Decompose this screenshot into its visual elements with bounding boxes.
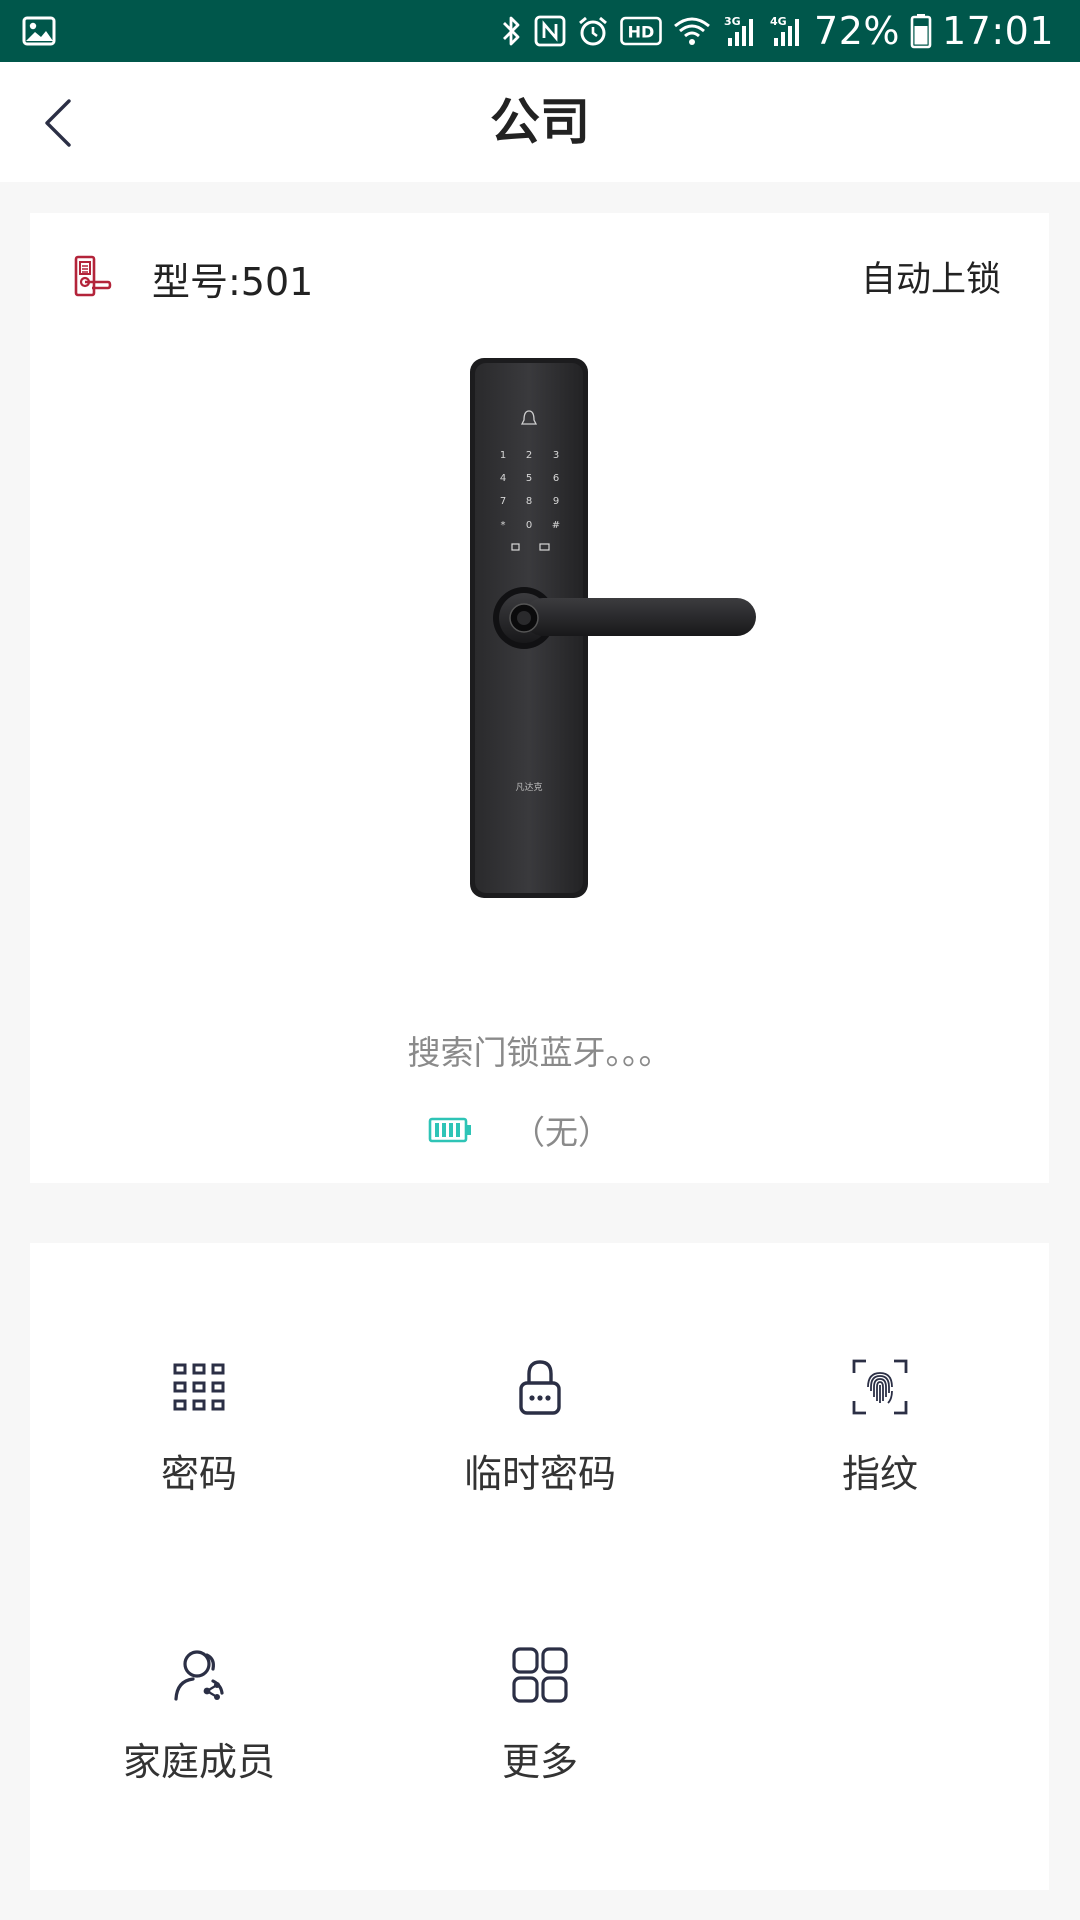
door-lock-model-icon — [74, 255, 112, 297]
svg-text:7: 7 — [500, 496, 506, 507]
auto-lock-button[interactable]: 自动上锁 — [861, 251, 1001, 302]
password-label: 密码 — [160, 1452, 237, 1496]
svg-text:9: 9 — [553, 496, 559, 507]
battery-percent: 72% — [814, 9, 900, 53]
family-members-button[interactable]: 家庭成员 — [69, 1645, 329, 1786]
signal-4g-icon: 4G — [770, 15, 800, 46]
temporary-password-button[interactable]: 临时密码 — [410, 1357, 670, 1498]
alarm-icon — [579, 16, 607, 46]
temporary-password-label: 临时密码 — [463, 1452, 616, 1496]
battery-icon — [910, 14, 932, 49]
svg-text:HD: HD — [628, 23, 655, 42]
svg-text:5: 5 — [526, 473, 532, 484]
more-button[interactable]: 更多 — [410, 1645, 670, 1786]
svg-text:6: 6 — [553, 473, 559, 484]
bluetooth-icon — [503, 16, 520, 46]
svg-text:8: 8 — [526, 496, 532, 507]
keypad-icon — [173, 1363, 225, 1411]
chevron-left-icon — [45, 99, 71, 147]
battery-status: （无） — [30, 1106, 1049, 1154]
hd-icon: HD — [620, 16, 662, 46]
svg-text:凡达克: 凡达克 — [515, 781, 542, 793]
bluetooth-search-status: 搜索门锁蓝牙。。。 — [407, 1033, 672, 1072]
svg-text:*: * — [501, 520, 506, 531]
svg-text:#: # — [552, 520, 560, 531]
battery-level-icon — [428, 1117, 471, 1143]
family-members-icon — [174, 1650, 224, 1701]
wifi-icon — [674, 17, 710, 45]
grid-more-icon — [512, 1647, 568, 1703]
more-label: 更多 — [501, 1740, 578, 1784]
family-members-label: 家庭成员 — [122, 1740, 275, 1784]
password-button[interactable]: 密码 — [69, 1357, 329, 1498]
clock-time: 17:01 — [941, 9, 1054, 53]
fingerprint-icon — [852, 1359, 908, 1415]
svg-text:3: 3 — [553, 450, 559, 461]
model-label: 型号:501 — [152, 260, 314, 304]
svg-text:2: 2 — [526, 450, 532, 461]
status-bar: HD 3G 4G 72% 17:01 — [0, 0, 1080, 62]
lock-info-card: 型号:501 自动上锁 1 2 3 4 5 6 7 8 9 * 0 # 凡达克 搜索门锁蓝牙… — [30, 213, 1049, 1183]
back-button[interactable] — [28, 88, 88, 158]
nfc-icon — [534, 15, 566, 47]
signal-3g-icon: 3G — [724, 15, 754, 46]
fingerprint-button[interactable]: 指纹 — [750, 1357, 1010, 1498]
svg-text:4G: 4G — [770, 15, 787, 28]
padlock-icon — [519, 1360, 561, 1415]
smart-door-lock-image: 1 2 3 4 5 6 7 8 9 * 0 # 凡达克 — [470, 358, 756, 898]
svg-text:4: 4 — [500, 473, 506, 484]
features-card: 密码 临时密码 指纹 家庭成员 更多 — [30, 1243, 1049, 1890]
page-title: 公司 — [490, 93, 590, 151]
battery-text: （无） — [512, 1113, 611, 1152]
svg-text:0: 0 — [526, 520, 532, 531]
gallery-icon — [22, 16, 56, 46]
svg-text:1: 1 — [500, 450, 506, 461]
app-header: 公司 — [0, 62, 1080, 182]
svg-text:3G: 3G — [724, 15, 741, 28]
fingerprint-label: 指纹 — [841, 1452, 918, 1496]
